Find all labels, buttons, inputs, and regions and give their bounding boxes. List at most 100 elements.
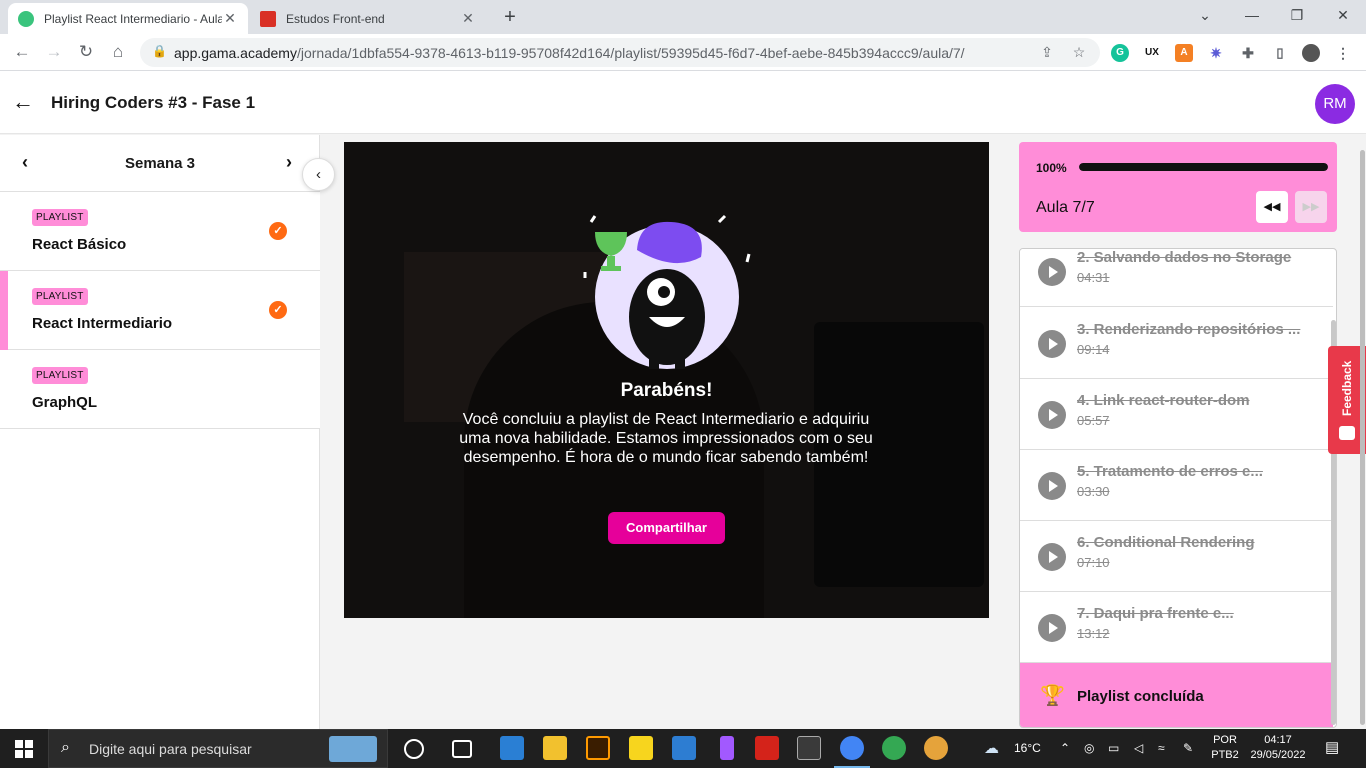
vscode-icon[interactable] bbox=[500, 736, 524, 760]
keyboard-language[interactable]: POR PTB2 bbox=[1206, 733, 1244, 763]
playlist-item-react-intermediario[interactable]: PLAYLIST React Intermediario ✓ bbox=[0, 271, 320, 350]
page-scrollbar[interactable] bbox=[1360, 150, 1365, 725]
collapse-sidebar-button[interactable]: ‹ bbox=[302, 158, 335, 191]
weather-cloud-icon[interactable]: ☁ bbox=[984, 739, 999, 757]
lesson-title: 6. Conditional Rendering bbox=[1077, 534, 1255, 551]
language-code: POR bbox=[1213, 734, 1237, 746]
lesson-title: 3. Renderizando repositórios ... bbox=[1077, 321, 1301, 338]
playlist-badge: PLAYLIST bbox=[32, 209, 88, 226]
play-icon bbox=[1038, 543, 1066, 571]
wifi-icon[interactable]: ≈ bbox=[1158, 741, 1165, 755]
tab-title: Playlist React Intermediario - Aula bbox=[44, 11, 222, 26]
lesson-item[interactable]: 7. Daqui pra frente e... 13:12 bbox=[1020, 592, 1333, 663]
lesson-title: 7. Daqui pra frente e... bbox=[1077, 605, 1234, 622]
cortana-icon[interactable] bbox=[404, 739, 424, 759]
tray-battery-icon[interactable]: ▭ bbox=[1108, 741, 1119, 755]
terminal-icon[interactable] bbox=[797, 736, 821, 760]
chrome-icon[interactable] bbox=[834, 736, 870, 768]
close-tab-icon[interactable]: ✕ bbox=[460, 10, 476, 27]
share-icon[interactable]: ⇪ bbox=[1038, 44, 1056, 62]
lesson-item[interactable]: 5. Tratamento de erros e... 03:30 bbox=[1020, 450, 1333, 521]
lesson-duration: 03:30 bbox=[1077, 484, 1110, 499]
paint-icon[interactable] bbox=[924, 736, 948, 760]
acrobat-icon[interactable] bbox=[755, 736, 779, 760]
tab-title: Estudos Front-end bbox=[286, 11, 385, 26]
bookmark-star-icon[interactable]: ☆ bbox=[1070, 44, 1088, 62]
weather-temperature[interactable]: 16°C bbox=[1014, 741, 1041, 755]
profile-avatar[interactable] bbox=[1302, 44, 1320, 62]
back-icon[interactable]: ← bbox=[10, 40, 34, 64]
figma-icon[interactable] bbox=[720, 736, 734, 760]
playlist-name: React Básico bbox=[32, 236, 127, 253]
playlist-name: GraphQL bbox=[32, 394, 98, 411]
extension-a-icon[interactable]: A bbox=[1175, 44, 1193, 62]
task-view-icon[interactable] bbox=[452, 740, 472, 758]
tray-chevron-icon[interactable]: ⌃ bbox=[1060, 741, 1070, 755]
ux-extension-icon[interactable]: UX bbox=[1143, 44, 1161, 62]
back-arrow-icon[interactable]: ← bbox=[12, 89, 34, 115]
extensions-puzzle-icon[interactable]: ✚ bbox=[1239, 44, 1257, 62]
lock-icon: 🔒 bbox=[152, 44, 167, 58]
browser-tab-active[interactable]: Playlist React Intermediario - Aula ✕ bbox=[8, 3, 248, 34]
lesson-item[interactable]: 4. Link react-router-dom 05:57 bbox=[1020, 379, 1333, 450]
lesson-title: 5. Tratamento de erros e... bbox=[1077, 463, 1263, 480]
tab-search-chevron-icon[interactable]: ⌄ bbox=[1190, 4, 1220, 26]
pen-icon[interactable]: ✎ bbox=[1183, 741, 1193, 755]
minimize-icon[interactable]: — bbox=[1237, 4, 1267, 26]
close-window-icon[interactable]: ✕ bbox=[1328, 4, 1358, 26]
new-tab-icon[interactable]: + bbox=[498, 6, 522, 30]
keyboard-layout: PTB2 bbox=[1211, 749, 1239, 761]
previous-lesson-button[interactable]: ◀◀ bbox=[1256, 191, 1288, 223]
windows-start-icon[interactable] bbox=[15, 740, 33, 758]
illustrator-icon[interactable] bbox=[586, 736, 610, 760]
close-tab-icon[interactable]: ✕ bbox=[222, 10, 238, 27]
progress-card: 100% Aula 7/7 ◀◀ ▶▶ bbox=[1019, 142, 1337, 232]
playlist-badge: PLAYLIST bbox=[32, 367, 88, 384]
file-explorer-icon[interactable] bbox=[543, 736, 567, 760]
volume-icon[interactable]: ◁ bbox=[1134, 741, 1143, 755]
notifications-icon[interactable]: ▤ bbox=[1325, 738, 1339, 756]
playlist-completed-label: Playlist concluída bbox=[1077, 688, 1204, 705]
progress-bar bbox=[1079, 163, 1328, 171]
playlist-completed-banner: 🏆 Playlist concluída bbox=[1020, 663, 1333, 727]
menu-kebab-icon[interactable]: ⋮ bbox=[1334, 44, 1352, 62]
chrome-profile-icon[interactable] bbox=[882, 736, 906, 760]
play-icon bbox=[1038, 614, 1066, 642]
smile-icon bbox=[1339, 426, 1355, 440]
congrats-title: Parabéns! bbox=[620, 380, 713, 401]
avatar[interactable]: RM bbox=[1315, 84, 1355, 124]
browser-tab-bar: Playlist React Intermediario - Aula ✕ Es… bbox=[0, 0, 1366, 34]
video-player[interactable]: Parabéns! Você concluiu a playlist de Re… bbox=[344, 142, 989, 618]
snowflake-extension-icon[interactable]: ✷ bbox=[1207, 44, 1225, 62]
tray-app-icon[interactable]: ◎ bbox=[1084, 741, 1094, 755]
home-icon[interactable]: ⌂ bbox=[106, 40, 130, 64]
lesson-title: 2. Salvando dados no Storage bbox=[1077, 249, 1292, 266]
browser-tab[interactable]: Estudos Front-end ✕ bbox=[250, 3, 486, 34]
address-bar[interactable]: 🔒 app.gama.academy/jornada/1dbfa554-9378… bbox=[140, 38, 1100, 67]
forward-icon[interactable]: → bbox=[42, 40, 66, 64]
play-icon bbox=[1038, 401, 1066, 429]
gama-favicon-icon bbox=[18, 10, 34, 27]
lesson-duration: 07:10 bbox=[1077, 555, 1110, 570]
taskbar-search[interactable]: ⌕ Digite aqui para pesquisar bbox=[48, 729, 388, 768]
share-button[interactable]: Compartilhar bbox=[608, 512, 725, 544]
search-placeholder: Digite aqui para pesquisar bbox=[89, 741, 252, 757]
clock-time: 04:17 bbox=[1264, 734, 1292, 746]
restore-icon[interactable]: ❐ bbox=[1282, 4, 1312, 26]
next-lesson-button[interactable]: ▶▶ bbox=[1295, 191, 1327, 223]
grammarly-extension-icon[interactable]: G bbox=[1111, 44, 1129, 62]
lesson-item[interactable]: 3. Renderizando repositórios ... 09:14 bbox=[1020, 308, 1333, 379]
playlist-item-graphql[interactable]: PLAYLIST GraphQL bbox=[0, 350, 320, 429]
photos-icon[interactable] bbox=[672, 736, 696, 760]
lesson-title: 4. Link react-router-dom bbox=[1077, 392, 1250, 409]
playlist-badge: PLAYLIST bbox=[32, 288, 88, 305]
reload-icon[interactable]: ↻ bbox=[74, 40, 98, 64]
next-week-icon[interactable]: › bbox=[286, 152, 292, 173]
clock-date: 29/05/2022 bbox=[1250, 749, 1306, 761]
lesson-item[interactable]: 6. Conditional Rendering 07:10 bbox=[1020, 521, 1333, 592]
playlist-item-react-basico[interactable]: PLAYLIST React Básico ✓ bbox=[0, 192, 320, 271]
lesson-item[interactable]: 2. Salvando dados no Storage 04:31 bbox=[1020, 249, 1333, 307]
clock[interactable]: 04:17 29/05/2022 bbox=[1248, 733, 1308, 763]
sticky-notes-icon[interactable] bbox=[629, 736, 653, 760]
side-panel-icon[interactable]: ▯ bbox=[1271, 44, 1289, 62]
